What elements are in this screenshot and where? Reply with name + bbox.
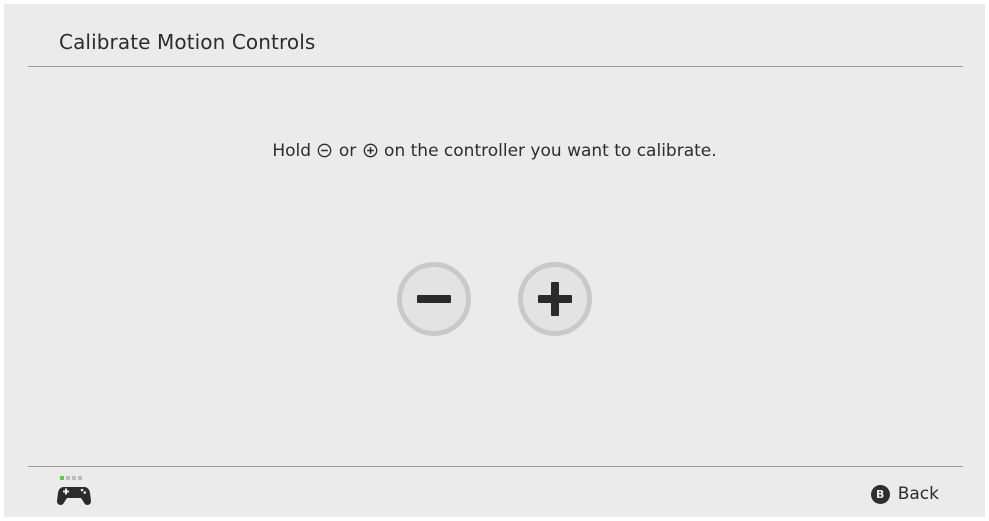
- b-button-icon: B: [870, 484, 890, 504]
- back-label: Back: [897, 484, 939, 504]
- plus-button-icon: [518, 262, 592, 336]
- back-button[interactable]: B Back: [870, 484, 939, 504]
- instruction-text: Hold or on the controller you want to ca…: [4, 141, 985, 161]
- instruction-prefix: Hold: [272, 141, 312, 161]
- plus-circle-icon: [363, 143, 377, 158]
- controller-icon: [57, 476, 91, 505]
- instruction-conjunction: or: [338, 141, 357, 161]
- header-divider: [28, 66, 963, 67]
- minus-circle-icon: [318, 143, 332, 158]
- minus-button-icon: [397, 262, 471, 336]
- calibrate-motion-screen: Calibrate Motion Controls Hold or on the…: [4, 4, 985, 517]
- instruction-suffix: on the controller you want to calibrate.: [384, 141, 717, 161]
- controller-indicator: [60, 476, 82, 480]
- page-title: Calibrate Motion Controls: [59, 30, 316, 54]
- footer-divider: [28, 466, 963, 467]
